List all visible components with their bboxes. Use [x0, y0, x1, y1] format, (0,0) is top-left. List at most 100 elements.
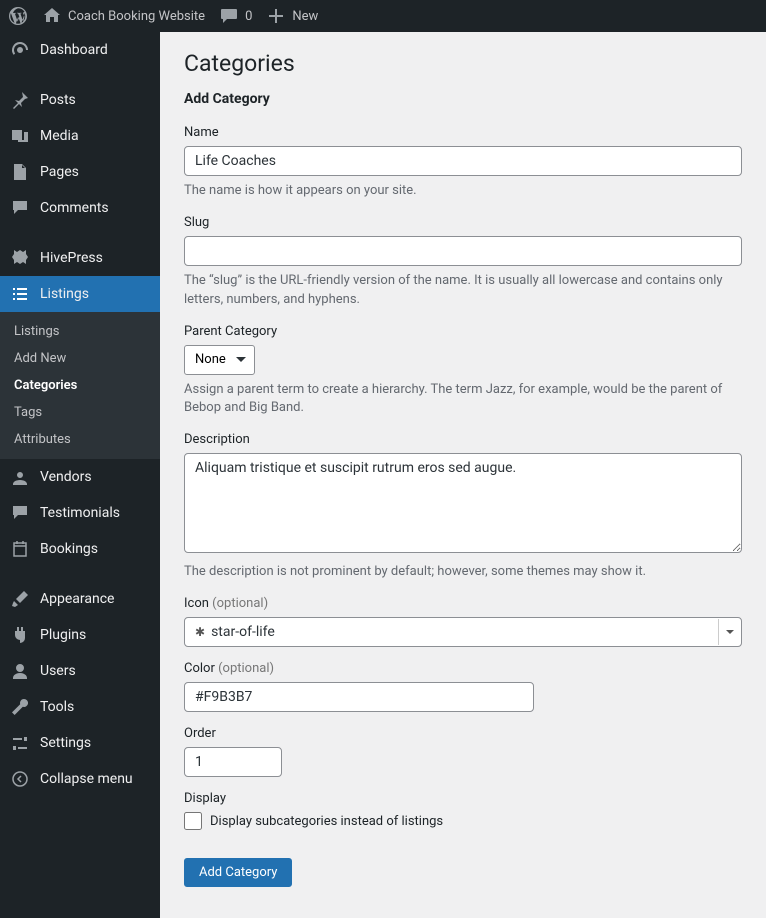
submenu-add-new[interactable]: Add New	[0, 345, 160, 372]
submenu-attributes[interactable]: Attributes	[0, 426, 160, 453]
menu-vendors[interactable]: Vendors	[0, 459, 160, 495]
menu-users[interactable]: Users	[0, 653, 160, 689]
collapse-icon	[10, 769, 30, 789]
submenu-listings: Listings Add New Categories Tags Attribu…	[0, 312, 160, 459]
help-name: The name is how it appears on your site.	[184, 182, 742, 201]
page-icon	[10, 162, 30, 182]
menu-testimonials[interactable]: Testimonials	[0, 495, 160, 531]
brush-icon	[10, 589, 30, 609]
menu-hivepress[interactable]: HivePress	[0, 240, 160, 276]
submenu-categories[interactable]: Categories	[0, 372, 160, 399]
submenu-listings-all[interactable]: Listings	[0, 318, 160, 345]
media-icon	[10, 126, 30, 146]
select-icon[interactable]: ✱ star-of-life	[184, 617, 742, 647]
comment-icon	[219, 6, 239, 26]
select-icon-selected: star-of-life	[211, 624, 275, 640]
menu-plugins[interactable]: Plugins	[0, 617, 160, 653]
select-parent-wrap: None	[184, 345, 255, 375]
menu-label: Media	[40, 128, 79, 144]
menu-label: Settings	[40, 735, 91, 751]
testimonials-icon	[10, 503, 30, 523]
field-name: Name The name is how it appears on your …	[184, 125, 742, 201]
menu-label: Collapse menu	[40, 771, 133, 787]
label-parent: Parent Category	[184, 324, 742, 339]
chevron-down-icon	[718, 619, 740, 645]
menu-comments[interactable]: Comments	[0, 190, 160, 226]
vendors-icon	[10, 467, 30, 487]
checkbox-display-subcategories[interactable]	[184, 812, 202, 830]
input-slug[interactable]	[184, 236, 742, 266]
label-name: Name	[184, 125, 742, 140]
main-content: Categories Add Category Name The name is…	[160, 32, 766, 918]
input-color[interactable]	[184, 682, 534, 712]
menu-label: Plugins	[40, 627, 86, 643]
label-color: Color (optional)	[184, 661, 742, 676]
admin-sidebar: Dashboard Posts Media Pages Comments Hiv…	[0, 32, 160, 918]
select-parent[interactable]: None	[184, 345, 255, 375]
menu-appearance[interactable]: Appearance	[0, 581, 160, 617]
label-slug: Slug	[184, 215, 742, 230]
star-of-life-icon: ✱	[195, 625, 205, 639]
user-icon	[10, 661, 30, 681]
comment-icon	[10, 198, 30, 218]
field-order: Order	[184, 726, 742, 777]
menu-label: Dashboard	[40, 42, 108, 58]
field-parent: Parent Category None Assign a parent ter…	[184, 324, 742, 419]
form-subtitle: Add Category	[184, 91, 742, 107]
field-icon: Icon (optional) ✱ star-of-life	[184, 596, 742, 647]
new-link[interactable]: New	[266, 6, 318, 26]
wrench-icon	[10, 697, 30, 717]
pin-icon	[10, 90, 30, 110]
label-optional: (optional)	[212, 596, 268, 611]
new-label: New	[292, 9, 318, 24]
hivepress-icon	[10, 248, 30, 268]
add-category-button[interactable]: Add Category	[184, 858, 292, 887]
comments-link[interactable]: 0	[219, 6, 252, 26]
home-icon	[42, 6, 62, 26]
menu-posts[interactable]: Posts	[0, 82, 160, 118]
field-description: Description The description is not promi…	[184, 432, 742, 582]
label-display: Display	[184, 791, 742, 806]
plug-icon	[10, 625, 30, 645]
calendar-icon	[10, 539, 30, 559]
label-description: Description	[184, 432, 742, 447]
label-order: Order	[184, 726, 742, 741]
menu-label: Comments	[40, 200, 109, 216]
help-slug: The “slug” is the URL-friendly version o…	[184, 272, 742, 310]
input-order[interactable]	[184, 747, 282, 777]
menu-settings[interactable]: Settings	[0, 725, 160, 761]
checkbox-label: Display subcategories instead of listing…	[210, 814, 443, 829]
field-color: Color (optional)	[184, 661, 742, 712]
comments-count: 0	[245, 9, 252, 24]
menu-bookings[interactable]: Bookings	[0, 531, 160, 567]
menu-label: Testimonials	[40, 505, 120, 521]
admin-bar: Coach Booking Website 0 New	[0, 0, 766, 32]
field-slug: Slug The “slug” is the URL-friendly vers…	[184, 215, 742, 310]
site-link[interactable]: Coach Booking Website	[42, 6, 205, 26]
wp-logo[interactable]	[8, 6, 28, 26]
help-description: The description is not prominent by defa…	[184, 563, 742, 582]
menu-label: Posts	[40, 92, 76, 108]
label-color-text: Color	[184, 661, 215, 676]
menu-collapse[interactable]: Collapse menu	[0, 761, 160, 797]
menu-label: Users	[40, 663, 76, 679]
textarea-description[interactable]	[184, 453, 742, 553]
submenu-tags[interactable]: Tags	[0, 399, 160, 426]
menu-label: HivePress	[40, 250, 103, 266]
page-title: Categories	[184, 50, 742, 77]
label-optional: (optional)	[218, 661, 274, 676]
dashboard-icon	[10, 40, 30, 60]
label-icon: Icon (optional)	[184, 596, 742, 611]
label-icon-text: Icon	[184, 596, 209, 611]
list-icon	[10, 284, 30, 304]
menu-tools[interactable]: Tools	[0, 689, 160, 725]
field-display: Display Display subcategories instead of…	[184, 791, 742, 830]
input-name[interactable]	[184, 146, 742, 176]
menu-pages[interactable]: Pages	[0, 154, 160, 190]
menu-listings[interactable]: Listings	[0, 276, 160, 312]
wordpress-icon	[8, 6, 28, 26]
menu-media[interactable]: Media	[0, 118, 160, 154]
menu-label: Pages	[40, 164, 79, 180]
menu-dashboard[interactable]: Dashboard	[0, 32, 160, 68]
menu-label: Vendors	[40, 469, 92, 485]
